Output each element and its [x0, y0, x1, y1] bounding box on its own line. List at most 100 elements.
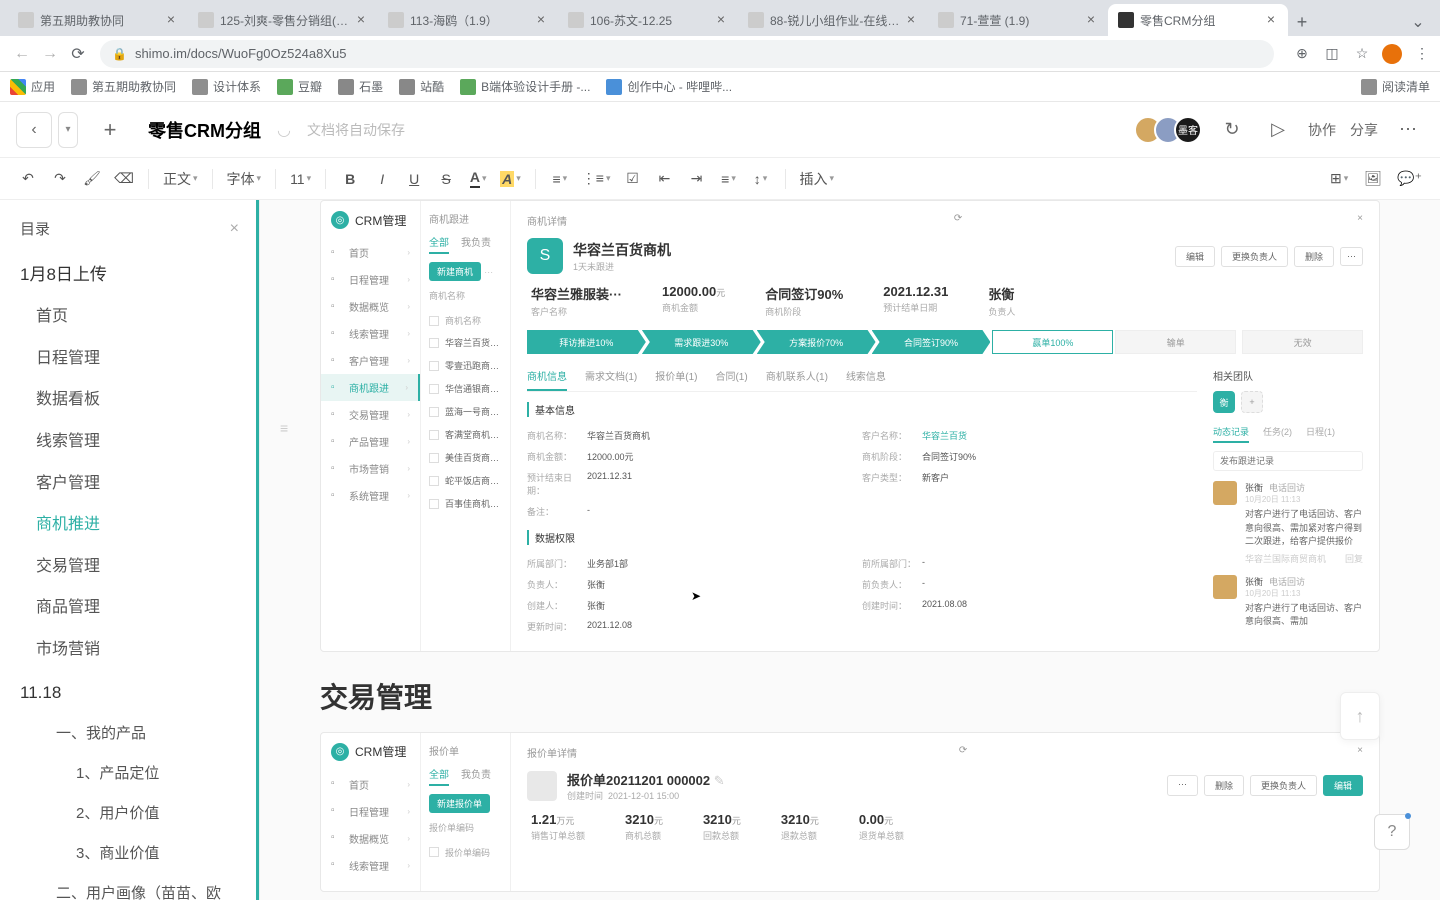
tab-all[interactable]: 全部 [429, 234, 449, 254]
refresh-icon[interactable]: ⟳ [959, 745, 967, 760]
detail-tab[interactable]: 合同(1) [715, 368, 747, 391]
more-icon[interactable]: ⋯ [1340, 247, 1363, 266]
back-button[interactable]: ← [8, 40, 36, 68]
tabs-dropdown-icon[interactable]: ⌄ [1404, 8, 1432, 36]
paragraph-style-dropdown[interactable]: 正文▾ [159, 165, 202, 193]
crm-nav-item[interactable]: ▫客户管理› [321, 347, 420, 374]
help-button[interactable]: ? [1374, 814, 1410, 850]
new-tab-button[interactable]: + [1288, 8, 1316, 36]
profile-avatar[interactable] [1382, 44, 1402, 64]
schedule-tab[interactable]: 日程(1) [1306, 425, 1335, 443]
bookmark-icon[interactable]: ◡ [277, 120, 291, 140]
close-icon[interactable]: × [904, 13, 918, 27]
star-icon[interactable]: ☆ [1352, 44, 1372, 64]
bookmark-item[interactable]: 站酷 [399, 78, 444, 95]
stage-step[interactable]: 拜访推进10% [527, 330, 646, 354]
crm-nav-item[interactable]: ▫数据概览› [321, 293, 420, 320]
crm-nav-item[interactable]: ▫日程管理› [321, 266, 420, 293]
stage-step[interactable]: 需求跟进30% [642, 330, 761, 354]
outline-item[interactable]: 交易管理 [0, 546, 259, 588]
activity-input[interactable] [1213, 451, 1363, 471]
outline-item[interactable]: 商品管理 [0, 587, 259, 629]
menu-icon[interactable]: ⋮ [1412, 44, 1432, 64]
more-icon[interactable]: ⋯ [1167, 775, 1198, 796]
reload-button[interactable]: ⟳ [64, 40, 92, 68]
outline-item[interactable]: 数据看板 [0, 379, 259, 421]
redo-button[interactable]: ↷ [46, 165, 74, 193]
activity-log-tab[interactable]: 动态记录 [1213, 425, 1249, 443]
browser-tab[interactable]: 第五期助教协同× [8, 4, 188, 36]
doc-add-button[interactable]: + [92, 112, 128, 148]
reading-list-button[interactable]: 阅读清单 [1361, 78, 1430, 95]
stage-step[interactable]: 赢单100% [992, 330, 1113, 354]
list-item[interactable]: 客满堂商机… [429, 423, 502, 446]
stage-step[interactable]: 无效 [1242, 330, 1363, 354]
crm-nav-item[interactable]: ▫产品管理› [321, 428, 420, 455]
browser-tab[interactable]: 88-锐儿小组作业-在线教育小形× [738, 4, 928, 36]
share-button[interactable]: 分享 [1350, 120, 1378, 140]
tasks-tab[interactable]: 任务(2) [1263, 425, 1292, 443]
format-painter-button[interactable]: 🖌 [78, 165, 106, 193]
tab-all[interactable]: 全部 [429, 766, 449, 786]
indent-decrease-button[interactable]: ⇤ [651, 165, 679, 193]
comment-button[interactable]: 💬⁺ [1393, 165, 1426, 193]
crm-nav-item[interactable]: ▫商机跟进› [321, 374, 420, 401]
crm-nav-item[interactable]: ▫首页› [321, 239, 420, 266]
stage-step[interactable]: 方案报价70% [757, 330, 876, 354]
detail-tab[interactable]: 线索信息 [846, 368, 886, 391]
browser-tab[interactable]: 71-萱萱 (1.9)× [928, 4, 1108, 36]
detail-tab[interactable]: 报价单(1) [655, 368, 697, 391]
browser-tab[interactable]: 113-海鸥（1.9）× [378, 4, 558, 36]
new-quotation-button[interactable]: 新建报价单 [429, 794, 490, 813]
present-icon[interactable]: ▷ [1262, 114, 1294, 146]
close-icon[interactable]: × [1264, 13, 1278, 27]
doc-content[interactable]: ≡ ◎CRM管理 ▫首页›▫日程管理›▫数据概览›▫线索管理›▫客户管理›▫商机… [260, 200, 1440, 900]
install-icon[interactable]: ◫ [1322, 44, 1342, 64]
browser-tab-active[interactable]: 零售CRM分组× [1108, 4, 1288, 36]
doc-title[interactable]: 零售CRM分组 [148, 117, 261, 143]
collapse-outline-icon[interactable]: ≡ [280, 420, 304, 444]
list-item[interactable]: 蛇平饭店商… [429, 469, 502, 492]
checklist-button[interactable]: ☑ [619, 165, 647, 193]
list-item[interactable]: 华容兰百货… [429, 331, 502, 354]
detail-tab[interactable]: 商机信息 [527, 368, 567, 391]
close-icon[interactable]: × [230, 220, 239, 238]
change-owner-button[interactable]: 更换负责人 [1221, 246, 1288, 267]
list-item[interactable]: 华信通银商… [429, 377, 502, 400]
detail-tab[interactable]: 需求文档(1) [585, 368, 637, 391]
list-item[interactable]: 蓝海一号商… [429, 400, 502, 423]
crm-nav-item[interactable]: ▫系统管理› [321, 482, 420, 509]
outline-item[interactable]: 首页 [0, 296, 259, 338]
outline-item[interactable]: 2、用户价值 [0, 794, 259, 834]
insert-dropdown[interactable]: 插入▾ [796, 165, 839, 193]
font-family-dropdown[interactable]: 字体▾ [223, 165, 266, 193]
history-icon[interactable]: ↻ [1216, 114, 1248, 146]
collaborator-avatar[interactable]: 墨客 [1174, 116, 1202, 144]
crm-nav-item[interactable]: ▫交易管理› [321, 401, 420, 428]
align-button[interactable]: ≡▾ [715, 165, 743, 193]
crm-nav-item[interactable]: ▫市场营销› [321, 455, 420, 482]
delete-button[interactable]: 删除 [1204, 775, 1244, 796]
outline-item[interactable]: 1月8日上传 [0, 253, 259, 296]
list-item[interactable]: 零壹迅跑商… [429, 354, 502, 377]
change-owner-button[interactable]: 更换负责人 [1250, 775, 1317, 796]
crm-nav-item[interactable]: ▫线索管理› [321, 320, 420, 347]
url-input[interactable]: 🔒shimo.im/docs/WuoFg0Oz524a8Xu5 [100, 40, 1274, 68]
delete-button[interactable]: 删除 [1294, 246, 1334, 267]
browser-tab[interactable]: 106-苏文-12.25× [558, 4, 738, 36]
undo-button[interactable]: ↶ [14, 165, 42, 193]
text-color-button[interactable]: A▾ [464, 165, 492, 193]
apps-button[interactable]: 应用 [10, 78, 55, 95]
edit-button[interactable]: 编辑 [1175, 246, 1215, 267]
team-member-avatar[interactable]: 衡 [1213, 391, 1235, 413]
stage-step[interactable]: 合同签订90% [872, 330, 991, 354]
outline-item[interactable]: 3、商业价值 [0, 834, 259, 874]
italic-button[interactable]: I [368, 165, 396, 193]
close-icon[interactable]: × [534, 13, 548, 27]
list-item[interactable]: 美佳百货商… [429, 446, 502, 469]
new-opportunity-button[interactable]: 新建商机 [429, 262, 481, 281]
doc-back-button[interactable]: ‹ [16, 112, 52, 148]
line-height-button[interactable]: ↕▾ [747, 165, 775, 193]
outline-item[interactable]: 客户管理 [0, 463, 259, 505]
tab-mine[interactable]: 我负责 [461, 234, 491, 254]
